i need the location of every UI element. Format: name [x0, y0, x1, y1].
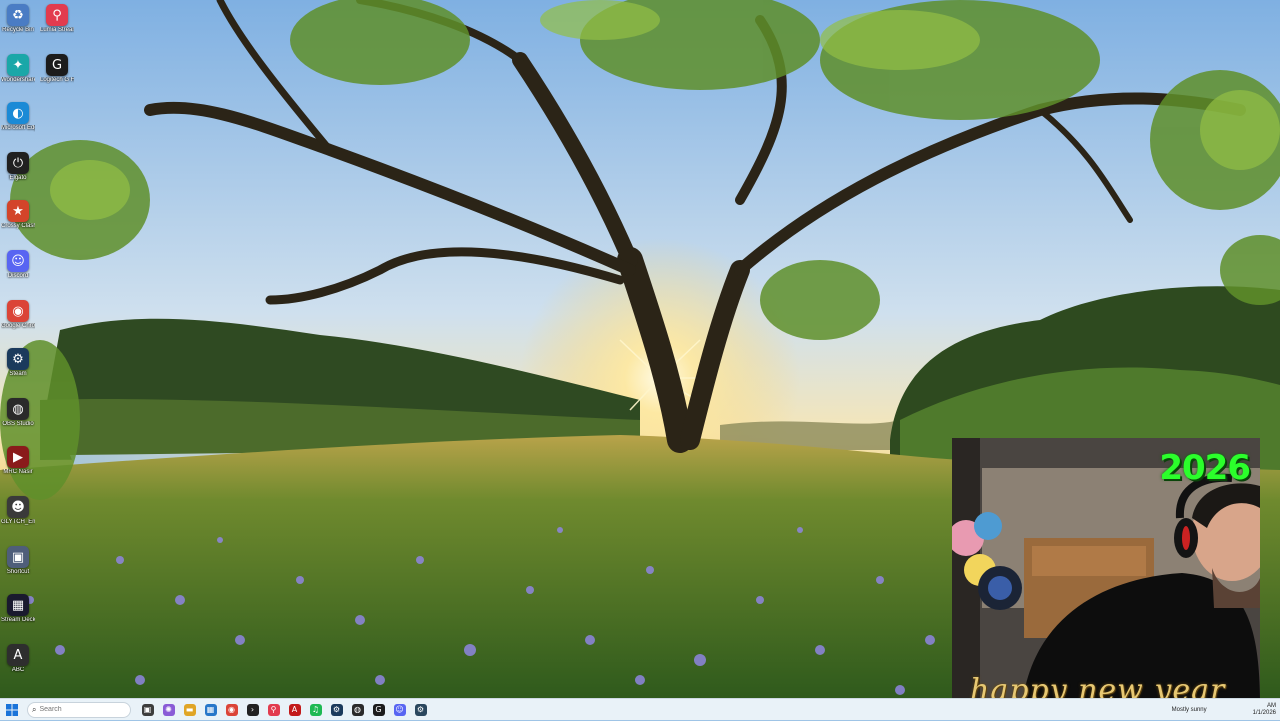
taskbar-search[interactable]: ⌕ [27, 701, 131, 718]
desktop-icon-label: Google Chrome [1, 323, 35, 329]
lumia-stream-icon: ⚲ [46, 4, 68, 26]
webcam-overlay: 2026 happy new year [952, 438, 1260, 706]
desktop-icon-steam[interactable]: ⚙ Steam [1, 346, 35, 394]
desktop-icon-label: Wondershare Mod Mania [1, 77, 35, 83]
elgato-icon: ⏻ [7, 152, 29, 174]
desktop-icon-label: OBS Studio [2, 421, 34, 427]
taskbar: ⌕ ▣ ✺ ▬ ▦ ◉ › ⚲ A ♫ ⚙ ◍ G ☺ ⚙ Mostly sunny AM 1/1/202… [0, 698, 1280, 720]
desktop-icon-label: Stream Deck [1, 617, 35, 623]
discord-icon: ☺ [7, 250, 29, 272]
desktop-icon-video-file[interactable]: ☻ GLYTCH_Emotes (1).webm [1, 494, 35, 542]
chrome-icon: ◉ [7, 300, 29, 322]
taskbar-app-logitech[interactable]: G [368, 699, 389, 721]
taskbar-app-terminal[interactable]: › [242, 699, 263, 721]
clock-date: 1/1/2026 [1252, 710, 1276, 716]
font-icon: A [7, 644, 29, 666]
desktop-icon-label: Elgato [9, 175, 27, 181]
taskbar-pinned-apps: ▣ ✺ ▬ ▦ ◉ › ⚲ A ♫ ⚙ ◍ G ☺ ⚙ [137, 699, 431, 721]
clock[interactable]: AM 1/1/2026 [1253, 703, 1276, 717]
windows-start-icon [6, 703, 18, 716]
desktop-icon-edge[interactable]: ◐ Microsoft Edge [1, 100, 35, 148]
desktop-icon-label: Microsoft Edge [1, 125, 35, 131]
desktop-icon-wondershare[interactable]: ✦ Wondershare Mod Mania [1, 52, 35, 100]
video-file-icon: ☻ [7, 496, 29, 518]
webcam-year-overlay: 2026 [1159, 448, 1251, 488]
taskbar-app-discord[interactable]: ☺ [389, 699, 410, 721]
desktop-icon-label: Recycle Bin [2, 27, 34, 33]
logitech-icon: G [372, 703, 385, 716]
obs-studio-icon: ◍ [7, 398, 29, 420]
desktop-icon-shortcut[interactable]: ▣ Shortcut [1, 544, 35, 592]
desktop-icon-label: ABC [11, 667, 25, 673]
desktop-icon-lumia-stream[interactable]: ⚲ Lumia Stream [40, 2, 74, 50]
desktop-icon-logitech-ghub[interactable]: G Logitech G HUB [40, 52, 74, 100]
taskbar-app-task-view[interactable]: ▣ [137, 699, 158, 721]
desktop-icon-stream-deck[interactable]: ▦ Stream Deck [1, 592, 35, 640]
desktop-icon-label: Shortcut [6, 569, 30, 575]
recycle-bin-icon: ♻ [7, 4, 29, 26]
desktop-icon-recycle-bin[interactable]: ♻ Recycle Bin [1, 2, 35, 50]
adobe-icon: A [288, 703, 301, 716]
taskbar-app-lumia[interactable]: ⚲ [263, 699, 284, 721]
search-input[interactable] [39, 706, 110, 713]
edge-icon: ◐ [7, 102, 29, 124]
search-icon: ⌕ [32, 704, 37, 714]
desktop-icon-font[interactable]: A ABC [1, 642, 35, 690]
obs-icon: ◍ [351, 703, 364, 716]
taskbar-app-steam[interactable]: ⚙ [326, 699, 347, 721]
taskbar-app-obs[interactable]: ◍ [347, 699, 368, 721]
shortcut-icon: ▣ [7, 546, 29, 568]
taskbar-app-spotify[interactable]: ♫ [305, 699, 326, 721]
taskbar-app-microsoft-store[interactable]: ▦ [200, 699, 221, 721]
desktop-icon-label: Steam [9, 371, 27, 377]
logitech-ghub-icon: G [46, 54, 68, 76]
taskbar-app-copilot[interactable]: ✺ [158, 699, 179, 721]
chrome-icon: ◉ [225, 703, 238, 716]
stream-deck-icon: ▦ [7, 594, 29, 616]
desktop-icon-label: MRC Nasir [3, 469, 33, 475]
task-view-icon: ▣ [141, 703, 154, 716]
desktop-icon-label: GLYTCH_Emotes (1).webm [1, 519, 35, 525]
spotify-icon: ♫ [309, 703, 322, 716]
desktop-icon-label: Crossy Clash [1, 223, 35, 229]
steam-icon: ⚙ [330, 703, 343, 716]
desktop-icon-elgato[interactable]: ⏻ Elgato [1, 150, 35, 198]
desktop-icon-media[interactable]: ▶ MRC Nasir [1, 444, 35, 492]
clock-time: AM [1267, 703, 1276, 709]
taskbar-app-steam-2[interactable]: ⚙ [410, 699, 431, 721]
taskbar-app-file-explorer[interactable]: ▬ [179, 699, 200, 721]
desktop-icon-label: Discord [7, 273, 29, 279]
desktop-icon-discord[interactable]: ☺ Discord [1, 248, 35, 296]
media-icon: ▶ [7, 446, 29, 468]
weather-status[interactable]: Mostly sunny [1172, 707, 1207, 713]
wondershare-icon: ✦ [7, 54, 29, 76]
start-button[interactable] [0, 699, 24, 721]
lumia-icon: ⚲ [267, 703, 280, 716]
microsoft-store-icon: ▦ [204, 703, 217, 716]
terminal-icon: › [246, 703, 259, 716]
steam-2-icon: ⚙ [414, 703, 427, 716]
taskbar-app-adobe[interactable]: A [284, 699, 305, 721]
desktop-icon-game[interactable]: ★ Crossy Clash [1, 198, 35, 246]
desktop-icon-label: Logitech G HUB [40, 77, 74, 83]
system-tray: Mostly sunny AM 1/1/2026 [1172, 699, 1276, 721]
desktop-icon-obs-studio[interactable]: ◍ OBS Studio [1, 396, 35, 444]
discord-icon: ☺ [393, 703, 406, 716]
game-icon: ★ [7, 200, 29, 222]
copilot-icon: ✺ [162, 703, 175, 716]
desktop-icon-chrome[interactable]: ◉ Google Chrome [1, 298, 35, 346]
taskbar-app-chrome[interactable]: ◉ [221, 699, 242, 721]
file-explorer-icon: ▬ [183, 703, 196, 716]
desktop-icon-label: Lumia Stream [40, 27, 74, 33]
desktop-icon-column: ♻ Recycle Bin ⚲ Lumia Stream ✦ Wondersha… [0, 0, 74, 698]
steam-icon: ⚙ [7, 348, 29, 370]
